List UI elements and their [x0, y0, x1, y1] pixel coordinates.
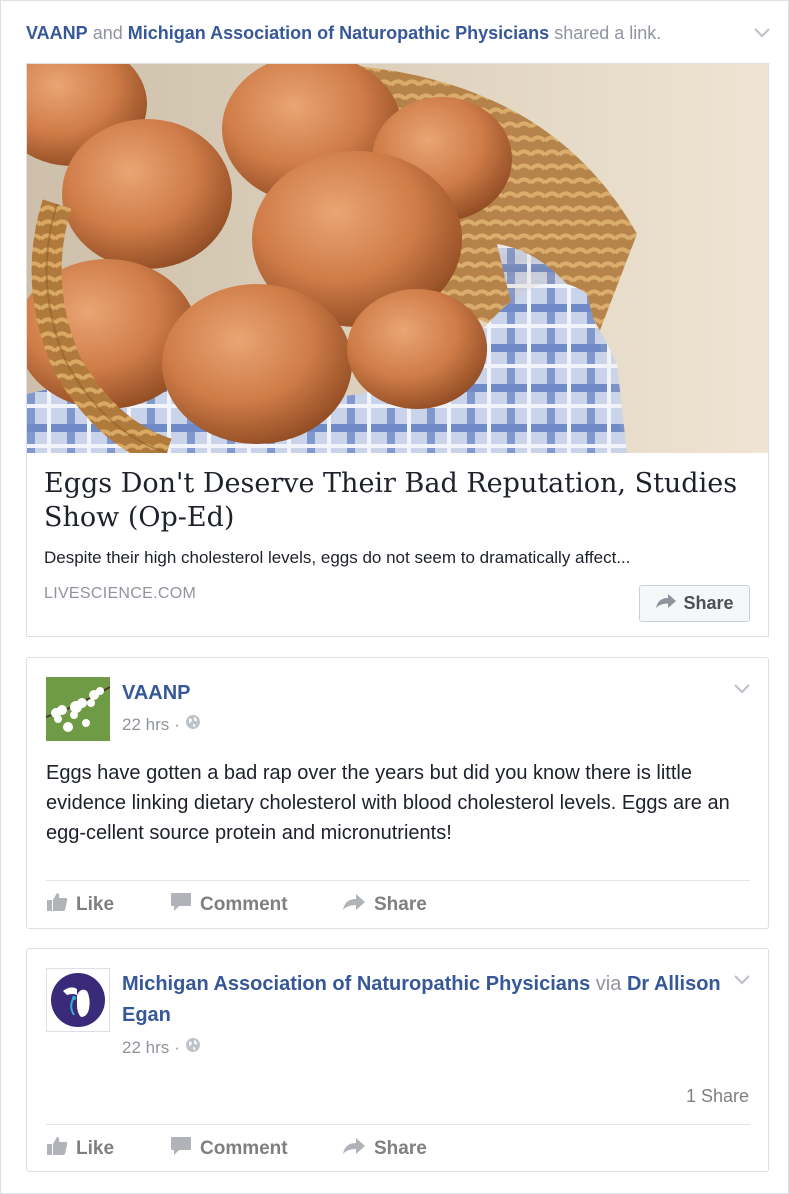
divider: [46, 1124, 750, 1125]
post-author-vaanp[interactable]: VAANP: [122, 678, 191, 709]
globe-icon[interactable]: [185, 1037, 201, 1058]
via-text: via: [595, 973, 622, 995]
meta-separator: ·: [174, 714, 180, 734]
chevron-down-icon[interactable]: [753, 27, 771, 41]
share-button-label: Share: [683, 593, 734, 613]
share-arrow-icon: [342, 1137, 366, 1161]
divider: [46, 880, 750, 881]
share-label: Share: [374, 894, 427, 915]
share-arrow-icon: [342, 893, 366, 917]
post-vaanp: VAANP 22 hrs · Eggs have gotten a bad ra…: [26, 657, 769, 929]
comment-button[interactable]: Comment: [170, 892, 342, 918]
story-header: VAANP and Michigan Association of Naturo…: [26, 23, 661, 44]
post-actions: Like Comment Share: [46, 892, 427, 918]
comment-icon: [170, 892, 192, 918]
link-title[interactable]: Eggs Don't Deserve Their Bad Reputation,…: [44, 467, 759, 535]
avatar-vaanp[interactable]: [46, 677, 110, 741]
share-count[interactable]: 1 Share: [686, 1086, 749, 1107]
share-action-button[interactable]: Share: [342, 892, 427, 918]
link-domain: LIVESCIENCE.COM: [44, 585, 197, 602]
eggs-basket-image[interactable]: [27, 64, 768, 453]
share-label: Share: [374, 1138, 427, 1159]
news-feed: VAANP and Michigan Association of Naturo…: [0, 0, 789, 1194]
share-action-button[interactable]: Share: [342, 1136, 427, 1162]
link-preview-card[interactable]: Eggs Don't Deserve Their Bad Reputation,…: [26, 63, 769, 637]
link-description: Despite their high cholesterol levels, e…: [44, 548, 631, 567]
post-body-text: Eggs have gotten a bad rap over the year…: [46, 762, 730, 844]
post-time[interactable]: 22 hrs: [122, 715, 169, 735]
actor-link-mich[interactable]: Michigan Association of Naturopathic Phy…: [128, 23, 549, 43]
share-arrow-icon: [655, 593, 677, 614]
post-author-line: Michigan Association of Naturopathic Phy…: [122, 969, 722, 1031]
and-text: and: [92, 23, 123, 43]
meta-separator: ·: [174, 1037, 180, 1057]
post-actions: Like Comment Share: [46, 1136, 427, 1162]
chevron-down-icon[interactable]: [733, 683, 751, 697]
post-time[interactable]: 22 hrs: [122, 1038, 169, 1058]
like-label: Like: [76, 894, 115, 915]
like-button[interactable]: Like: [46, 892, 170, 918]
thumbs-up-icon: [46, 1136, 68, 1162]
actor-link-vaanp[interactable]: VAANP: [26, 23, 88, 43]
comment-button[interactable]: Comment: [170, 1136, 342, 1162]
like-button[interactable]: Like: [46, 1136, 170, 1162]
thumbs-up-icon: [46, 892, 68, 918]
post-michigan: Michigan Association of Naturopathic Phy…: [26, 948, 769, 1172]
share-button[interactable]: Share: [639, 585, 750, 622]
comment-icon: [170, 1136, 192, 1162]
story-action-text: shared a link.: [554, 23, 662, 43]
post-meta: 22 hrs ·: [122, 714, 201, 735]
comment-label: Comment: [200, 894, 288, 915]
like-label: Like: [76, 1138, 115, 1159]
comment-label: Comment: [200, 1138, 288, 1159]
chevron-down-icon[interactable]: [733, 974, 751, 988]
post-meta: 22 hrs ·: [122, 1037, 201, 1058]
post-author-michigan[interactable]: Michigan Association of Naturopathic Phy…: [122, 973, 590, 995]
globe-icon[interactable]: [185, 714, 201, 735]
avatar-michigan[interactable]: [46, 968, 110, 1032]
